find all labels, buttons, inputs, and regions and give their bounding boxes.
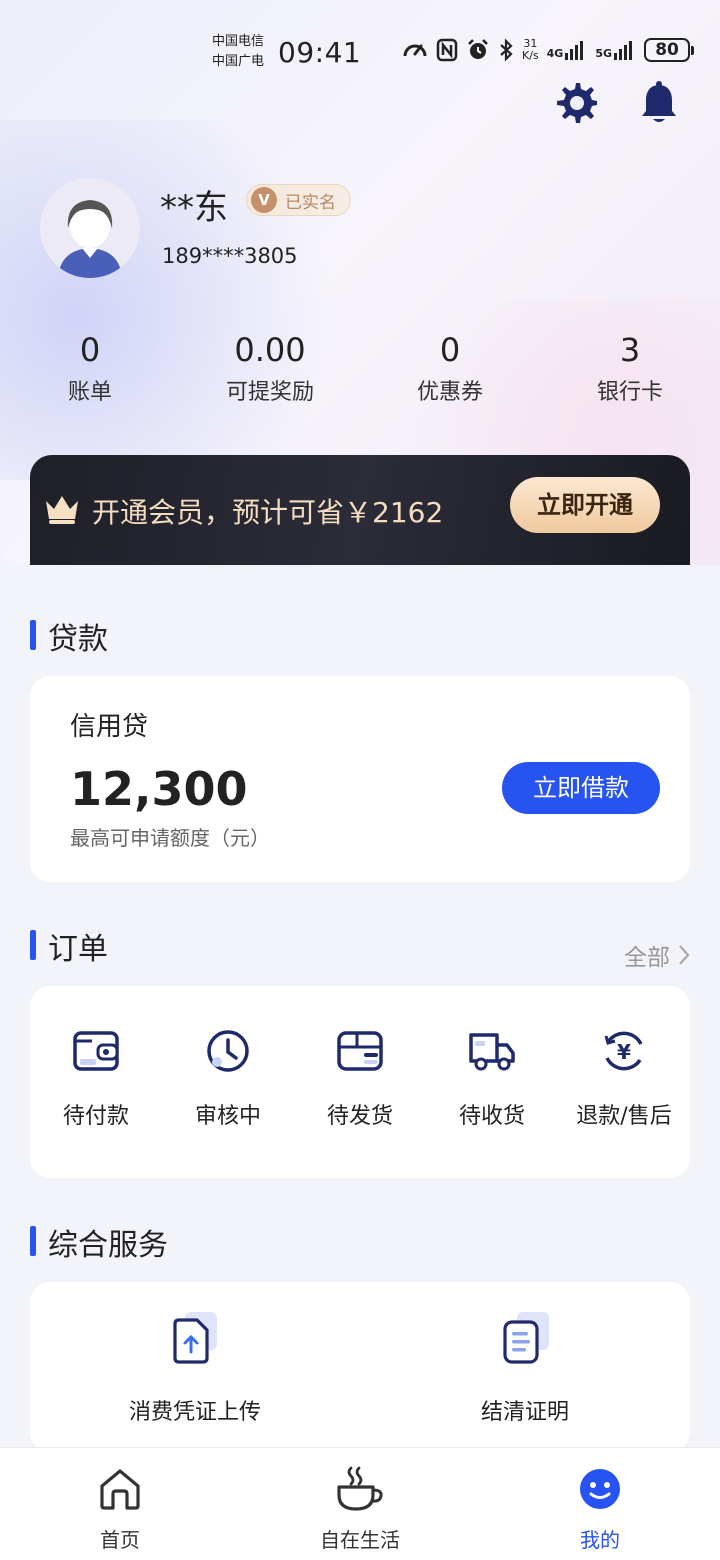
order-pending-payment[interactable]: 待付款: [30, 1026, 162, 1130]
loan-product-name: 信用贷: [70, 712, 149, 742]
stat-label: 优惠券: [416, 380, 483, 405]
order-status-row: 待付款 审核中 待发货 待收货 ¥ 退款/售后: [30, 1026, 690, 1130]
carrier-1: 中国电信: [212, 34, 265, 49]
tab-label: 我的: [580, 1528, 620, 1552]
service-label: 结清证明: [480, 1400, 569, 1425]
crown-icon: [46, 496, 78, 524]
status-bar: 中国电信 中国广电 09:41 31 K/s 4G 5G 80: [0, 28, 720, 78]
coffee-cup-icon: [337, 1466, 383, 1511]
stat-value: 0: [439, 331, 461, 369]
credit-loan-card[interactable]: 信用贷 12,300 最高可申请额度（元） 立即借款: [30, 676, 690, 882]
battery-indicator: 80: [644, 38, 695, 62]
services-card: 消费凭证上传 结清证明: [30, 1282, 690, 1452]
nfc-icon: [436, 38, 458, 62]
orders-section-title: 订单: [30, 924, 108, 968]
svg-text:¥: ¥: [617, 1040, 631, 1064]
bell-icon[interactable]: [638, 80, 680, 126]
services-section-title: 综合服务: [30, 1220, 168, 1264]
verified-badge: V 已实名: [246, 184, 351, 216]
clock: 09:41: [278, 36, 362, 69]
verified-icon: V: [251, 187, 277, 213]
view-all-label: 全部: [624, 945, 670, 971]
stat-value: 0.00: [234, 331, 306, 369]
bottom-tab-bar: 首页 自在生活 我的: [0, 1447, 720, 1560]
speed-unit: K/s: [522, 49, 539, 62]
user-name: **东: [160, 188, 228, 228]
tab-life[interactable]: 自在生活: [240, 1448, 480, 1560]
stat-value: 0: [79, 331, 101, 369]
service-label: 消费凭证上传: [128, 1400, 261, 1425]
alarm-icon: [468, 39, 488, 59]
bluetooth-icon: [500, 38, 513, 62]
user-phone: 189****3805: [162, 244, 298, 268]
refund-icon: ¥: [604, 1031, 643, 1071]
account-stats: 0 账单 0.00 可提奖励 0 优惠券 3 银行卡: [0, 330, 720, 406]
order-item-label: 待收货: [458, 1104, 525, 1129]
carrier-2: 中国广电: [212, 54, 265, 69]
tab-home[interactable]: 首页: [0, 1448, 240, 1560]
stat-coupons[interactable]: 0 优惠券: [360, 330, 540, 406]
smiley-icon: [580, 1469, 620, 1509]
truck-icon: [469, 1033, 515, 1071]
upload-doc-icon: [173, 1312, 217, 1364]
order-item-label: 退款/售后: [576, 1104, 672, 1129]
avatar[interactable]: [40, 178, 140, 278]
view-all-orders-link[interactable]: 全部: [624, 938, 690, 972]
order-to-ship[interactable]: 待发货: [294, 1026, 426, 1130]
home-icon: [100, 1469, 140, 1510]
order-refund-after-sales[interactable]: ¥ 退款/售后: [558, 1026, 690, 1130]
signal-5g: 5G: [595, 40, 636, 60]
status-icons: 31 K/s 4G 5G 80: [402, 38, 695, 62]
chevron-right-icon: [679, 945, 690, 965]
tab-label: 自在生活: [320, 1528, 400, 1552]
loan-amount: 12,300: [70, 762, 248, 816]
service-settlement-certificate[interactable]: 结清证明: [360, 1308, 690, 1426]
order-item-label: 待付款: [62, 1104, 129, 1129]
wallet-icon: [73, 1031, 119, 1071]
order-item-label: 审核中: [194, 1104, 261, 1129]
stat-rewards[interactable]: 0.00 可提奖励: [180, 330, 360, 406]
services-row: 消费凭证上传 结清证明: [30, 1308, 690, 1426]
clock-icon: [207, 1030, 249, 1072]
signal-bars-icon: [614, 41, 633, 60]
speedometer-icon: [403, 44, 427, 57]
membership-text: 开通会员，预计可省￥2162: [92, 496, 444, 529]
activate-membership-button[interactable]: 立即开通: [510, 477, 660, 533]
borrow-now-button[interactable]: 立即借款: [502, 762, 660, 814]
stat-label: 银行卡: [596, 380, 663, 405]
signal-4g: 4G: [547, 40, 588, 60]
header-actions: [556, 80, 680, 126]
package-icon: [337, 1031, 383, 1071]
order-item-label: 待发货: [326, 1104, 393, 1129]
tab-label: 首页: [100, 1528, 140, 1552]
stat-bills[interactable]: 0 账单: [0, 330, 180, 406]
order-under-review[interactable]: 审核中: [162, 1026, 294, 1130]
order-to-receive[interactable]: 待收货: [426, 1026, 558, 1130]
verified-label: 已实名: [285, 192, 336, 213]
stat-bank-cards[interactable]: 3 银行卡: [540, 330, 720, 406]
network-speed: 31 K/s: [522, 38, 539, 62]
stat-value: 3: [619, 331, 641, 369]
certificate-icon: [503, 1312, 549, 1364]
orders-card: 待付款 审核中 待发货 待收货 ¥ 退款/售后: [30, 986, 690, 1178]
gear-icon[interactable]: [556, 80, 598, 126]
carrier-info: 中国电信 中国广电: [212, 32, 264, 72]
stat-label: 可提奖励: [225, 380, 314, 405]
loan-amount-caption: 最高可申请额度（元）: [70, 826, 270, 850]
loan-section-title: 贷款: [30, 614, 108, 658]
tab-mine[interactable]: 我的: [480, 1448, 720, 1560]
service-upload-voucher[interactable]: 消费凭证上传: [30, 1308, 360, 1426]
signal-bars-icon: [565, 41, 584, 60]
membership-banner[interactable]: 开通会员，预计可省￥2162 立即开通: [30, 455, 690, 565]
stat-label: 账单: [67, 380, 112, 405]
